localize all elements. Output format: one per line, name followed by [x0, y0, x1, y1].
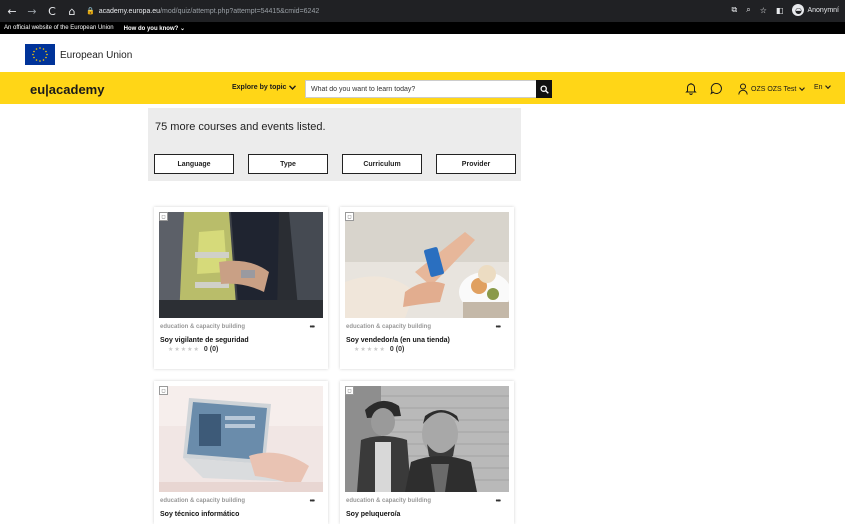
incognito-icon: ◒ [792, 4, 805, 16]
search-icon [539, 84, 549, 94]
course-image[interactable] [345, 386, 509, 492]
address-bar[interactable]: 🔒 academy.europa.eu/mod/quiz/attempt.php… [86, 4, 716, 18]
chevron-down-icon [799, 87, 806, 91]
course-card[interactable]: ◻ education & capacity building ••• Soy … [340, 207, 514, 369]
course-category: education & capacity building [346, 498, 432, 504]
explore-by-topic-menu[interactable]: Explore by topic [232, 84, 297, 91]
chevron-down-icon [824, 85, 831, 90]
how-do-you-know-toggle[interactable]: How do you know? ⌄ [124, 25, 185, 32]
course-image[interactable] [159, 386, 323, 492]
home-icon[interactable]: ⌂ [64, 3, 80, 19]
bookmark-icon[interactable]: ◻ [345, 212, 354, 221]
rating-stars-icon: ★★★★★ [168, 346, 200, 353]
rating-stars-icon: ★★★★★ [354, 346, 386, 353]
notifications-bell-icon[interactable] [684, 81, 698, 95]
official-banner: An official website of the European Unio… [0, 22, 845, 34]
eu-title: European Union [60, 50, 133, 61]
reload-icon[interactable]: C [44, 3, 60, 19]
browser-actions: ⧉ ⌕ ☆ ◧ ◒ Anonymní [732, 4, 839, 16]
course-category: education & capacity building [346, 324, 432, 330]
url-host: academy.europa.eu [98, 7, 161, 15]
eu-academy-logo[interactable]: eu|academy [30, 82, 104, 97]
main-nav: eu|academy Explore by topic OZS OZS Test… [0, 72, 845, 104]
course-card[interactable]: ◻ education & capacity building ••• Soy … [154, 381, 328, 524]
user-menu[interactable]: OZS OZS Test [738, 83, 806, 95]
course-rating: ★★★★★ 0 (0) [168, 346, 218, 353]
bookmark-icon[interactable]: ◻ [159, 386, 168, 395]
url-path: /mod/quiz/attempt.php?attempt=54415&cmid… [160, 7, 320, 15]
rating-value: 0 (0) [389, 346, 405, 353]
eu-header: European Union [0, 34, 845, 72]
user-name: OZS OZS Test [751, 85, 797, 93]
course-card[interactable]: ◻ education & capacity building ••• Soy … [154, 207, 328, 369]
bookmark-star-icon[interactable]: ☆ [760, 6, 767, 15]
filter-panel: 75 more courses and events listed. Langu… [148, 108, 521, 181]
language-selector[interactable]: En [814, 84, 831, 91]
course-category: education & capacity building [160, 324, 246, 330]
back-arrow-icon[interactable]: ← [4, 3, 20, 19]
results-count: 75 more courses and events listed. [155, 121, 326, 133]
official-banner-text: An official website of the European Unio… [4, 25, 114, 31]
language-label: En [814, 84, 823, 91]
filter-type-button[interactable]: Type [248, 154, 328, 174]
forward-arrow-icon[interactable]: → [24, 3, 40, 19]
more-options-icon[interactable]: ••• [310, 498, 315, 505]
search-input[interactable] [306, 82, 538, 96]
browser-toolbar: ← → C ⌂ 🔒 academy.europa.eu/mod/quiz/att… [0, 0, 845, 22]
course-title[interactable]: Soy vendedor/a (en una tienda) [346, 337, 450, 344]
course-image[interactable] [159, 212, 323, 318]
translate-icon[interactable]: ⧉ [732, 5, 738, 15]
course-title[interactable]: Soy vigilante de seguridad [160, 337, 249, 344]
zoom-icon[interactable]: ⌕ [746, 5, 750, 15]
more-options-icon[interactable]: ••• [496, 498, 501, 505]
search-button[interactable] [536, 80, 552, 98]
profile-label: Anonymní [807, 6, 839, 14]
more-options-icon[interactable]: ••• [496, 324, 501, 331]
filter-curriculum-button[interactable]: Curriculum [342, 154, 422, 174]
course-rating: ★★★★★ 0 (0) [354, 346, 404, 353]
sidepanel-icon[interactable]: ◧ [776, 6, 784, 15]
course-card[interactable]: ◻ education & capacity building ••• Soy … [340, 381, 514, 524]
more-options-icon[interactable]: ••• [310, 324, 315, 331]
bookmark-icon[interactable]: ◻ [345, 386, 354, 395]
filter-provider-button[interactable]: Provider [436, 154, 516, 174]
eu-flag-logo[interactable] [25, 44, 55, 65]
search-box [305, 80, 552, 98]
bookmark-icon[interactable]: ◻ [159, 212, 168, 221]
chevron-down-icon [289, 85, 297, 90]
user-icon [738, 83, 748, 95]
eu-stars-icon [32, 47, 48, 62]
profile-button[interactable]: ◒ Anonymní [792, 4, 839, 16]
rating-value: 0 (0) [203, 346, 219, 353]
course-title[interactable]: Soy peluquero/a [346, 511, 400, 518]
course-title[interactable]: Soy técnico informático [160, 511, 239, 518]
course-image[interactable] [345, 212, 509, 318]
course-category: education & capacity building [160, 498, 246, 504]
nav-icons [684, 81, 723, 95]
filter-language-button[interactable]: Language [154, 154, 234, 174]
messages-chat-icon[interactable] [709, 81, 723, 95]
explore-label: Explore by topic [232, 84, 287, 91]
lock-icon: 🔒 [86, 7, 95, 15]
